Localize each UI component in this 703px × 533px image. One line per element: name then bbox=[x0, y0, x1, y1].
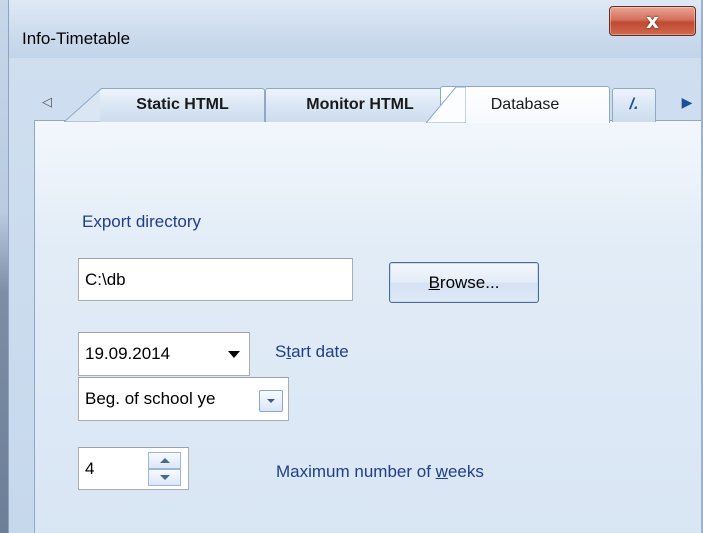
start-date-value: 19.09.2014 bbox=[85, 344, 171, 363]
browse-button-label: Browse... bbox=[428, 272, 500, 292]
start-mode-dropdown-button[interactable] bbox=[259, 390, 283, 412]
close-icon: x bbox=[646, 9, 659, 33]
close-button[interactable]: x bbox=[609, 6, 696, 36]
tab-next-truncated[interactable]: /. bbox=[612, 88, 656, 122]
export-directory-label: Export directory bbox=[82, 212, 202, 231]
window-title: Info-Timetable bbox=[22, 29, 131, 48]
weeks-decrement-button[interactable] bbox=[148, 469, 181, 486]
tab-static-html[interactable]: Static HTML bbox=[100, 88, 265, 122]
tab-edge-decoration bbox=[64, 88, 104, 122]
tab-next-truncated-label: /. bbox=[629, 96, 639, 113]
max-weeks-label: Maximum number of weeks bbox=[276, 462, 484, 481]
export-directory-input[interactable]: C:\db bbox=[78, 258, 353, 301]
start-date-label: Start date bbox=[275, 342, 349, 361]
title-bar: Info-Timetable bbox=[8, 0, 701, 58]
tab-scroll-right-icon[interactable]: ▶ bbox=[680, 92, 694, 112]
start-mode-select[interactable]: Beg. of school ye bbox=[78, 377, 289, 421]
tab-monitor-html-label: Monitor HTML bbox=[306, 96, 414, 113]
weeks-increment-button[interactable] bbox=[148, 452, 181, 469]
chevron-down-icon[interactable] bbox=[228, 351, 240, 358]
browse-button[interactable]: Browse... bbox=[389, 262, 539, 303]
chevron-up-icon bbox=[159, 458, 170, 463]
start-mode-value: Beg. of school ye bbox=[85, 389, 216, 408]
weeks-value: 4 bbox=[85, 458, 95, 478]
tab-database-label: Database bbox=[490, 95, 560, 113]
chevron-down-icon bbox=[159, 475, 170, 480]
start-date-picker[interactable]: 19.09.2014 bbox=[78, 332, 250, 376]
dialog-window: Info-Timetable x ◁ ▶ Static HTML Monitor… bbox=[0, 0, 703, 533]
tab-static-html-label: Static HTML bbox=[136, 96, 229, 113]
tab-scroll-left-icon[interactable]: ◁ bbox=[40, 92, 54, 112]
tab-database-edge bbox=[426, 86, 466, 123]
window-left-border bbox=[0, 0, 9, 533]
